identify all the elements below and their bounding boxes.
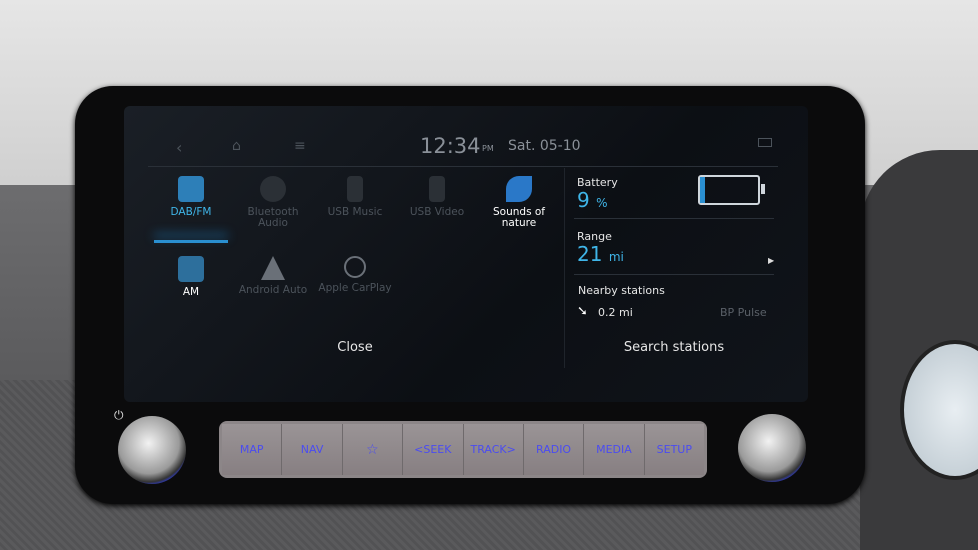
favorite-star-button[interactable]: ☆ bbox=[342, 424, 404, 475]
source-am[interactable]: AM bbox=[150, 256, 232, 298]
nearby-stations-label: Nearby stations bbox=[578, 284, 665, 297]
menu-icon[interactable]: ≡ bbox=[294, 138, 306, 154]
source-bluetooth-audio[interactable]: Bluetooth Audio bbox=[232, 176, 314, 229]
volume-knob[interactable] bbox=[118, 416, 186, 484]
source-usb-music[interactable]: USB Music bbox=[314, 176, 396, 218]
range-value: 21 mi bbox=[577, 242, 624, 266]
selected-indicator bbox=[154, 240, 228, 243]
source-sounds-of-nature[interactable]: Sounds of nature bbox=[478, 176, 560, 229]
nav-button[interactable]: NAV bbox=[282, 424, 343, 475]
battery-gauge-icon bbox=[698, 175, 760, 205]
search-stations-button[interactable]: Search stations bbox=[614, 340, 734, 355]
usb-video-icon bbox=[429, 176, 445, 202]
close-button[interactable]: Close bbox=[320, 340, 390, 355]
source-apple-carplay[interactable]: Apple CarPlay bbox=[314, 256, 396, 294]
range-details-arrow-icon[interactable]: ▶ bbox=[768, 256, 774, 265]
source-dab-fm[interactable]: DAB/FM bbox=[150, 176, 232, 218]
carplay-icon bbox=[344, 256, 366, 278]
status-bar: ‹ ⌂ ≡ 12:34 PM Sat. 05-10 bbox=[124, 134, 808, 164]
nearby-distance: 0.2 mi bbox=[598, 306, 633, 319]
date: Sat. 05-10 bbox=[508, 138, 581, 154]
radio-icon bbox=[178, 256, 204, 282]
tune-knob[interactable] bbox=[738, 414, 806, 482]
leaf-icon bbox=[506, 176, 532, 202]
battery-value: 9 % bbox=[577, 188, 608, 212]
power-icon[interactable]: ⏻ bbox=[114, 408, 124, 423]
clock-time: 12:34 bbox=[420, 134, 481, 158]
nearby-station-name[interactable]: BP Pulse bbox=[720, 306, 767, 319]
battery-status-icon bbox=[758, 138, 772, 147]
source-usb-video[interactable]: USB Video bbox=[396, 176, 478, 218]
media-button[interactable]: MEDIA bbox=[584, 424, 645, 475]
home-icon[interactable]: ⌂ bbox=[232, 138, 241, 154]
direction-arrow-icon: ➘ bbox=[577, 304, 588, 319]
track-forward-button[interactable]: TRACK> bbox=[463, 424, 524, 475]
clock-ampm: PM bbox=[482, 144, 494, 153]
source-android-auto[interactable]: Android Auto bbox=[232, 256, 314, 296]
back-icon[interactable]: ‹ bbox=[176, 138, 182, 157]
setup-button[interactable]: SETUP bbox=[644, 424, 704, 475]
radio-icon bbox=[178, 176, 204, 202]
infotainment-screen: ‹ ⌂ ≡ 12:34 PM Sat. 05-10 DAB/FM Bluetoo… bbox=[124, 106, 808, 402]
radio-button[interactable]: RADIO bbox=[523, 424, 585, 475]
usb-music-icon bbox=[347, 176, 363, 202]
hard-button-strip: MAP NAV ☆ <SEEK TRACK> RADIO MEDIA SETUP bbox=[219, 421, 707, 478]
bluetooth-icon bbox=[260, 176, 286, 202]
android-auto-icon bbox=[261, 256, 285, 280]
map-button[interactable]: MAP bbox=[222, 424, 283, 475]
seek-back-button[interactable]: <SEEK bbox=[403, 424, 464, 475]
